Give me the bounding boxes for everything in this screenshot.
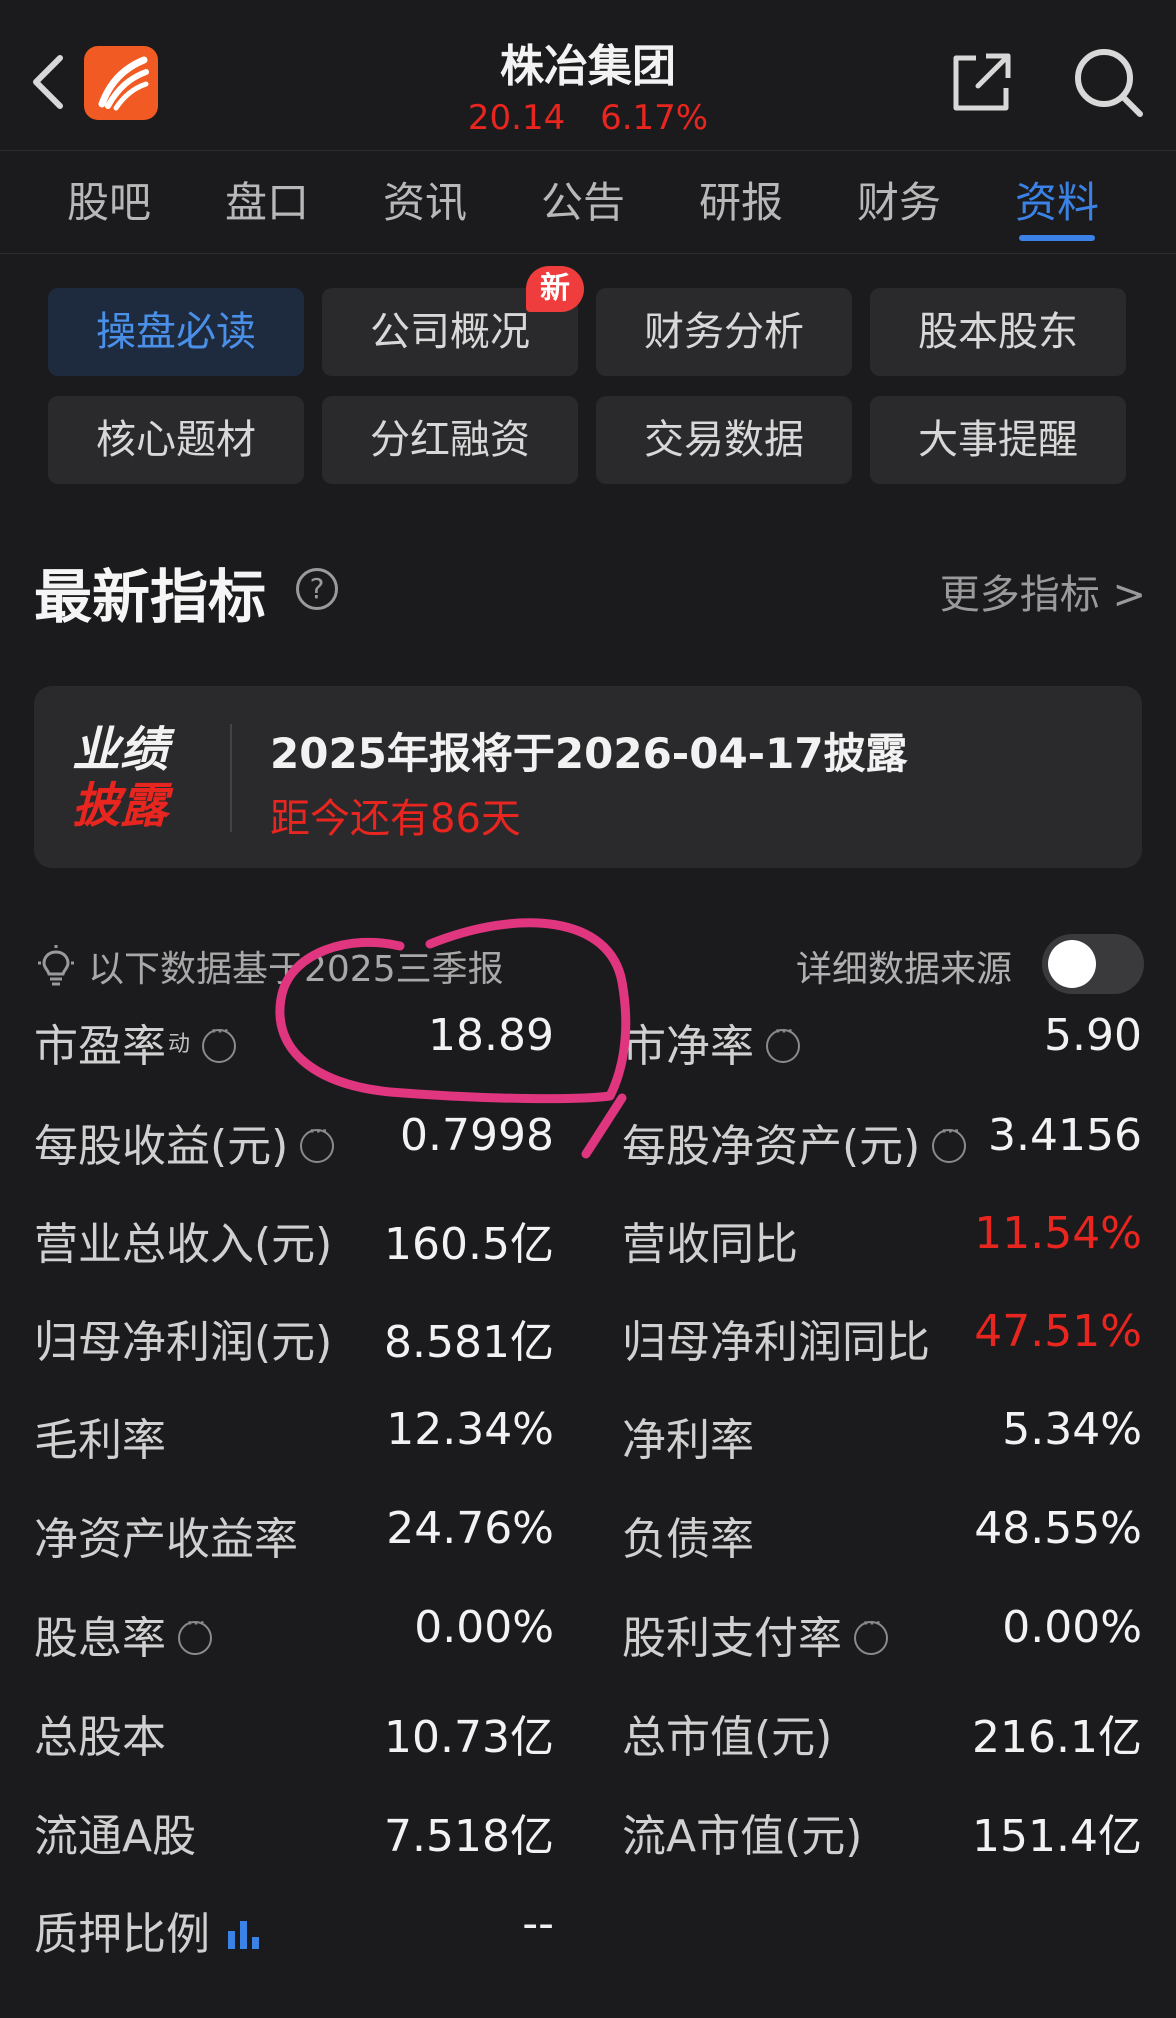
metric-label-revenue-yoy: 营收同比	[622, 1219, 798, 1270]
metric-value-float-a: 7.518亿	[384, 1811, 554, 1862]
metric-row: 营业总收入(元) 160.5亿 营收同比 11.54%	[34, 1208, 1142, 1306]
metric-value-net-margin: 5.34%	[1002, 1404, 1142, 1455]
metric-label-gross-margin: 毛利率	[34, 1415, 166, 1466]
chip-financial-analysis[interactable]: 财务分析	[596, 288, 852, 376]
metric-row: 质押比例 --	[34, 1898, 1142, 1996]
metric-label-pe: 市盈率动	[34, 1010, 237, 1074]
metric-label-debt-ratio: 负债率	[622, 1514, 754, 1565]
metric-label-payout-ratio: 股利支付率	[622, 1602, 888, 1666]
metric-value-revenue-yoy: 11.54%	[974, 1208, 1142, 1259]
tab-finance[interactable]: 财务	[820, 151, 978, 253]
chip-shareholders[interactable]: 股本股东	[870, 288, 1126, 376]
metric-value-debt-ratio: 48.55%	[974, 1503, 1142, 1554]
metric-row: 归母净利润(元) 8.581亿 归母净利润同比 47.51%	[34, 1306, 1142, 1404]
metric-label-eps: 每股收益(元)	[34, 1110, 335, 1174]
data-basis: 以下数据基于2025三季报	[34, 940, 504, 992]
metric-label-roe: 净资产收益率	[34, 1514, 298, 1565]
more-info-icon[interactable]	[300, 1117, 335, 1163]
data-source-label: 详细数据来源	[796, 949, 1013, 990]
metric-value-pb: 5.90	[1044, 1010, 1142, 1061]
tab-pankou[interactable]: 盘口	[188, 151, 346, 253]
stock-price: 20.14	[467, 98, 566, 138]
stock-profile-page: 株冶集团 20.14 6.17% 股吧 盘口 资讯 公告 研报 财务 资料 操盘…	[0, 0, 1176, 2018]
tab-news[interactable]: 资讯	[346, 151, 504, 253]
stock-tabs: 股吧 盘口 资讯 公告 研报 财务 资料	[0, 150, 1176, 254]
earnings-disclosure-logo: 业绩 披露	[72, 722, 169, 834]
metric-label-float-a-cap: 流A市值(元)	[622, 1811, 863, 1862]
metric-value-roe: 24.76%	[386, 1503, 554, 1554]
chip-company-overview[interactable]: 公司概况 新	[322, 266, 584, 376]
chip-trading-data[interactable]: 交易数据	[596, 396, 852, 484]
more-indicators-link[interactable]: 更多指标 >	[940, 562, 1146, 620]
metric-value-market-cap: 216.1亿	[972, 1712, 1142, 1763]
more-info-icon[interactable]	[202, 1017, 237, 1063]
metric-label-dividend-yield: 股息率	[34, 1602, 212, 1666]
data-source-toggle[interactable]	[1042, 934, 1144, 994]
metric-value-pe: 18.89	[428, 1010, 554, 1061]
metric-label-market-cap: 总市值(元)	[622, 1712, 833, 1763]
countdown-text: 距今还有86天	[270, 796, 521, 842]
more-info-icon[interactable]	[178, 1609, 212, 1655]
toggle-knob	[1048, 940, 1096, 988]
lightbulb-icon	[38, 945, 74, 986]
metric-label-revenue: 营业总收入(元)	[34, 1219, 333, 1270]
tab-profile[interactable]: 资料	[978, 151, 1136, 253]
metric-value-dividend-yield: 0.00%	[414, 1602, 554, 1653]
disclosure-date-text: 2025年报将于2026-04-17披露	[270, 729, 908, 778]
chip-trading-essentials[interactable]: 操盘必读	[48, 288, 304, 376]
tab-research[interactable]: 研报	[662, 151, 820, 253]
metric-label-total-shares: 总股本	[34, 1712, 166, 1763]
metric-label-net-profit-yoy: 归母净利润同比	[622, 1317, 930, 1368]
data-basis-text: 以下数据基于2025三季报	[88, 949, 504, 990]
card-divider	[230, 724, 232, 832]
metric-label-bps: 每股净资产(元)	[622, 1110, 967, 1174]
chip-label: 公司概况	[370, 309, 530, 355]
chip-event-reminders[interactable]: 大事提醒	[870, 396, 1126, 484]
chip-core-themes[interactable]: 核心题材	[48, 396, 304, 484]
help-icon[interactable]: ?	[296, 568, 338, 610]
share-icon[interactable]	[946, 48, 1016, 118]
metric-row: 市盈率动 18.89 市净率 5.90	[34, 1010, 1142, 1108]
tab-announcements[interactable]: 公告	[504, 151, 662, 253]
metric-value-net-profit: 8.581亿	[384, 1317, 554, 1368]
metric-label-float-a: 流通A股	[34, 1811, 197, 1862]
bar-chart-icon[interactable]	[226, 1917, 262, 1951]
metric-value-payout-ratio: 0.00%	[1002, 1602, 1142, 1653]
tab-guba[interactable]: 股吧	[30, 151, 188, 253]
metric-row: 毛利率 12.34% 净利率 5.34%	[34, 1404, 1142, 1502]
metric-value-gross-margin: 12.34%	[386, 1404, 554, 1455]
new-badge: 新	[526, 266, 584, 312]
metric-value-float-a-cap: 151.4亿	[972, 1811, 1142, 1862]
metric-label-pb: 市净率	[622, 1010, 800, 1074]
metric-row: 总股本 10.73亿 总市值(元) 216.1亿	[34, 1701, 1142, 1799]
metric-value-net-profit-yoy: 47.51%	[974, 1306, 1142, 1357]
metric-row: 净资产收益率 24.76% 负债率 48.55%	[34, 1503, 1142, 1601]
stock-change-pct: 6.17%	[600, 98, 709, 138]
metric-row: 股息率 0.00% 股利支付率 0.00%	[34, 1602, 1142, 1700]
metric-row: 流通A股 7.518亿 流A市值(元) 151.4亿	[34, 1800, 1142, 1898]
category-chips: 操盘必读 公司概况 新 财务分析 股本股东 核心题材 分红融资 交易数据 大事提…	[48, 266, 1128, 484]
metric-value-bps: 3.4156	[988, 1110, 1142, 1161]
metric-value-eps: 0.7998	[400, 1110, 554, 1161]
chip-dividends-financing[interactable]: 分红融资	[322, 396, 578, 484]
earnings-disclosure-card[interactable]: 业绩 披露 2025年报将于2026-04-17披露 距今还有86天	[34, 686, 1142, 868]
more-info-icon[interactable]	[766, 1017, 800, 1063]
metric-row: 每股收益(元) 0.7998 每股净资产(元) 3.4156	[34, 1110, 1142, 1208]
metric-value-total-shares: 10.73亿	[384, 1712, 554, 1763]
metric-label-net-profit: 归母净利润(元)	[34, 1317, 333, 1368]
more-info-icon[interactable]	[854, 1609, 888, 1655]
metric-value-revenue: 160.5亿	[384, 1219, 554, 1270]
metric-label-pledge-ratio: 质押比例	[34, 1898, 262, 1962]
metric-label-net-margin: 净利率	[622, 1415, 754, 1466]
more-info-icon[interactable]	[932, 1117, 967, 1163]
section-title: 最新指标	[34, 563, 267, 631]
metric-value-pledge-ratio: --	[522, 1898, 554, 1949]
search-icon[interactable]	[1070, 44, 1146, 120]
top-bar: 株冶集团 20.14 6.17%	[0, 0, 1176, 148]
